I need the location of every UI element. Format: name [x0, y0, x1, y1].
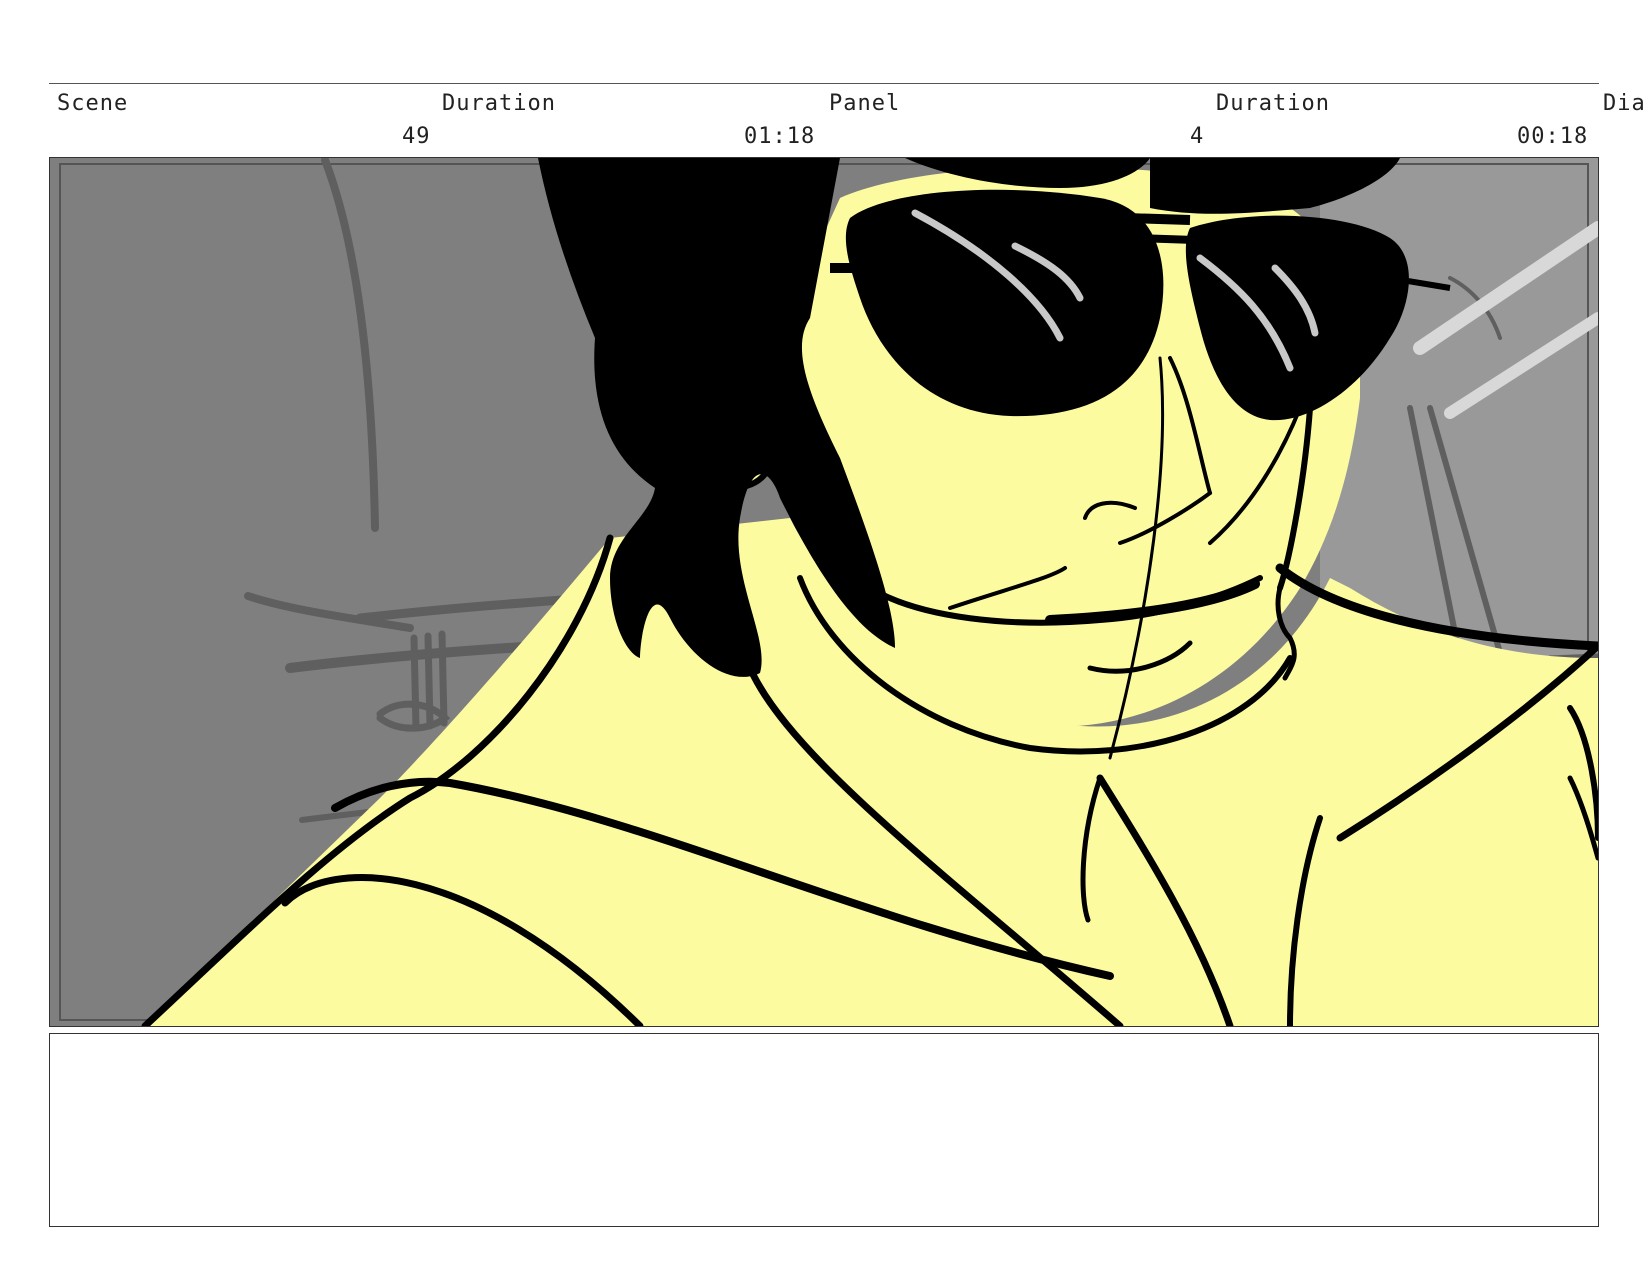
- panel-duration-label: Duration: [1216, 91, 1330, 116]
- dialogue-label: Dia: [1603, 91, 1646, 116]
- panel-number: 4: [1190, 124, 1205, 149]
- panel-notes-box: [49, 1033, 1599, 1227]
- scene-duration: 01:18: [744, 124, 816, 149]
- scene-number: 49: [402, 124, 431, 149]
- storyboard-drawing: [50, 158, 1598, 1026]
- header-rule: [49, 83, 1599, 84]
- storyboard-panel: [49, 157, 1599, 1027]
- panel-label: Panel: [829, 91, 901, 116]
- panel-duration: 00:18: [1517, 124, 1589, 149]
- scene-label: Scene: [57, 91, 129, 116]
- duration-label: Duration: [442, 91, 556, 116]
